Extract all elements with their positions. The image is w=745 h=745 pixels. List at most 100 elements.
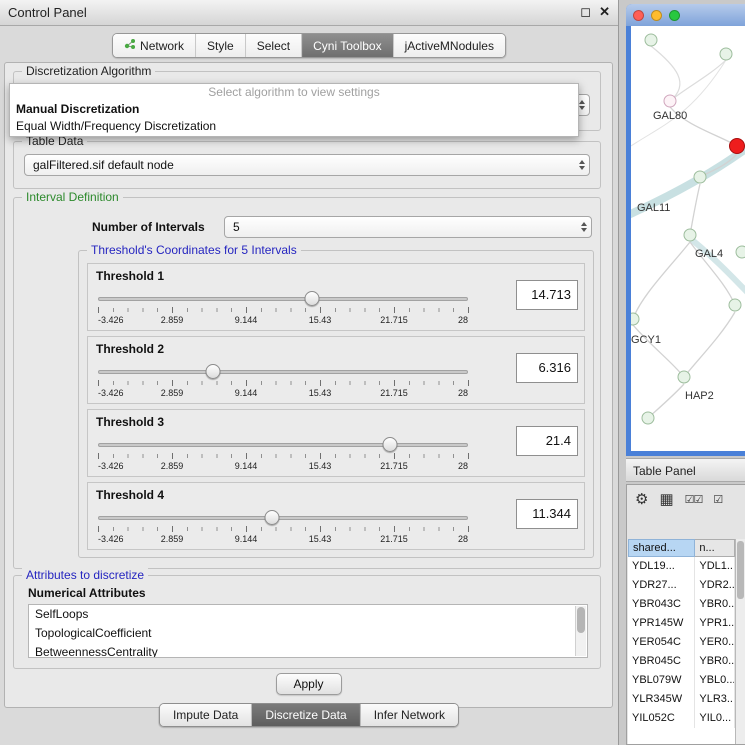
threshold-slider[interactable]: -3.426 2.859 9.144 15.43 21.715 28 xyxy=(98,363,468,401)
control-panel-titlebar: Control Panel ◻ ✕ xyxy=(0,0,618,26)
cell[interactable]: YER0... xyxy=(695,633,735,652)
network-node[interactable] xyxy=(664,95,677,108)
network-node[interactable] xyxy=(678,371,691,384)
column-header-shared-name[interactable]: shared... xyxy=(628,539,695,557)
list-scrollbar[interactable] xyxy=(575,606,586,656)
num-intervals-select[interactable]: 5 xyxy=(224,216,592,238)
list-item[interactable]: SelfLoops xyxy=(29,605,587,624)
node-label: GAL4 xyxy=(695,248,723,260)
network-node[interactable] xyxy=(694,171,707,184)
dropdown-option-manual[interactable]: Manual Discretization xyxy=(10,101,578,118)
float-window-icon[interactable]: ◻ xyxy=(580,4,591,20)
cell[interactable]: YDR2... xyxy=(695,576,735,595)
tab-infer-network[interactable]: Infer Network xyxy=(360,704,458,726)
table-toolbar: ⚙ ▦ ☑☑ ☑ xyxy=(635,491,722,509)
table-scrollbar[interactable] xyxy=(735,539,745,744)
minimize-traffic-light-icon[interactable] xyxy=(651,10,662,21)
threshold-slider[interactable]: -3.426 2.859 9.144 15.43 21.715 28 xyxy=(98,290,468,328)
network-node[interactable] xyxy=(642,412,655,425)
cell[interactable]: YPR145W xyxy=(628,614,695,633)
network-node[interactable] xyxy=(729,299,742,312)
slider-track[interactable] xyxy=(98,516,468,520)
network-node[interactable] xyxy=(645,34,658,47)
select-all-icon[interactable]: ☑☑ xyxy=(685,491,703,509)
scrollbar-thumb[interactable] xyxy=(737,541,744,599)
table-row[interactable]: YLR345WYLR3... xyxy=(628,690,735,709)
slider-track[interactable] xyxy=(98,370,468,374)
cell[interactable]: YBR0... xyxy=(695,652,735,671)
threshold-slider[interactable]: -3.426 2.859 9.144 15.43 21.715 28 xyxy=(98,509,468,547)
list-item[interactable]: TopologicalCoefficient xyxy=(29,624,587,643)
table-panel-header: Table Panel xyxy=(626,458,745,482)
tab-cyni-toolbox[interactable]: Cyni Toolbox xyxy=(301,34,392,57)
slider-thumb[interactable] xyxy=(304,291,319,306)
threshold-value-field[interactable]: 6.316 xyxy=(516,353,578,383)
table-row[interactable]: YER054CYER0... xyxy=(628,633,735,652)
tab-discretize-data[interactable]: Discretize Data xyxy=(251,704,359,726)
tab-label: jActiveMNodules xyxy=(405,39,494,53)
threshold-value-field[interactable]: 11.344 xyxy=(516,499,578,529)
slider-thumb[interactable] xyxy=(264,510,279,525)
slider-thumb[interactable] xyxy=(383,437,398,452)
cell[interactable]: YPR1... xyxy=(695,614,735,633)
tab-jactivemnodules[interactable]: jActiveMNodules xyxy=(393,34,505,57)
cell[interactable]: YER054C xyxy=(628,633,695,652)
tab-impute-data[interactable]: Impute Data xyxy=(160,704,251,726)
cell[interactable]: YDR27... xyxy=(628,576,695,595)
cell[interactable]: YIL052C xyxy=(628,709,695,728)
tab-label: Discretize Data xyxy=(265,708,346,722)
numerical-attributes-list[interactable]: SelfLoops TopologicalCoefficient Between… xyxy=(28,604,588,658)
cell[interactable]: YBR045C xyxy=(628,652,695,671)
table-row[interactable]: YDR27...YDR2... xyxy=(628,576,735,595)
table-row[interactable]: YBL079WYBL0... xyxy=(628,671,735,690)
zoom-traffic-light-icon[interactable] xyxy=(669,10,680,21)
threshold-slider[interactable]: -3.426 2.859 9.144 15.43 21.715 28 xyxy=(98,436,468,474)
network-node-selected[interactable] xyxy=(729,138,745,154)
select-icon[interactable]: ☑ xyxy=(713,491,722,509)
gear-icon[interactable]: ⚙ xyxy=(635,491,648,509)
network-node[interactable] xyxy=(720,48,733,61)
table-row[interactable]: YPR145WYPR1... xyxy=(628,614,735,633)
network-node[interactable] xyxy=(736,246,745,259)
bottom-tabbar: Impute Data Discretize Data Infer Networ… xyxy=(159,703,459,727)
threshold-value-field[interactable]: 14.713 xyxy=(516,280,578,310)
scale-label: 2.859 xyxy=(161,461,184,471)
scale-label: 9.144 xyxy=(235,461,258,471)
network-node[interactable] xyxy=(684,229,697,242)
cell[interactable]: YDL19... xyxy=(628,557,695,576)
slider-thumb[interactable] xyxy=(205,364,220,379)
scale-label: 15.43 xyxy=(309,388,332,398)
tab-label: Network xyxy=(140,39,184,53)
table-row[interactable]: YIL052CYIL0... xyxy=(628,709,735,728)
column-header-name[interactable]: n... xyxy=(695,539,735,557)
apply-button[interactable]: Apply xyxy=(276,673,342,695)
table-row[interactable]: YBR045CYBR0... xyxy=(628,652,735,671)
cell[interactable]: YBL0... xyxy=(695,671,735,690)
cell[interactable]: YBR0... xyxy=(695,595,735,614)
node-attribute-table: shared... n... YDL19...YDL1... YDR27...Y… xyxy=(628,539,735,744)
tab-style[interactable]: Style xyxy=(195,34,245,57)
dropdown-option-equal-width[interactable]: Equal Width/Frequency Discretization xyxy=(10,118,578,135)
slider-track[interactable] xyxy=(98,297,468,301)
table-row[interactable]: YDL19...YDL1... xyxy=(628,557,735,576)
scale-label: 21.715 xyxy=(380,534,408,544)
tab-network[interactable]: Network xyxy=(113,34,195,57)
scale-label: 28 xyxy=(458,534,468,544)
cell[interactable]: YLR345W xyxy=(628,690,695,709)
tab-select[interactable]: Select xyxy=(245,34,301,57)
close-traffic-light-icon[interactable] xyxy=(633,10,644,21)
network-canvas[interactable]: GAL80 GAL11 GAL4 GCY1 HAP2 xyxy=(631,26,745,451)
table-data-select[interactable]: galFiltered.sif default node xyxy=(24,154,590,176)
cell[interactable]: YLR3... xyxy=(695,690,735,709)
columns-icon[interactable]: ▦ xyxy=(659,491,673,509)
cell[interactable]: YBL079W xyxy=(628,671,695,690)
threshold-value-field[interactable]: 21.4 xyxy=(516,426,578,456)
cell[interactable]: YBR043C xyxy=(628,595,695,614)
slider-track[interactable] xyxy=(98,443,468,447)
table-row[interactable]: YBR043CYBR0... xyxy=(628,595,735,614)
cell[interactable]: YDL1... xyxy=(695,557,735,576)
list-item[interactable]: BetweennessCentrality xyxy=(29,643,587,658)
close-icon[interactable]: ✕ xyxy=(599,4,610,20)
scrollbar-thumb[interactable] xyxy=(577,607,585,633)
cell[interactable]: YIL0... xyxy=(695,709,735,728)
